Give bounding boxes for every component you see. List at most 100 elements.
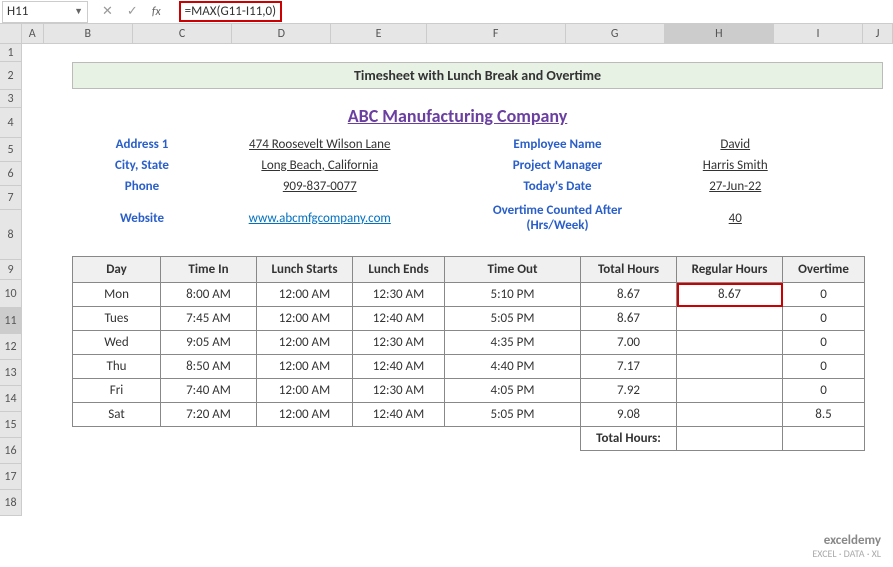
- cell[interactable]: 8.67: [581, 283, 677, 307]
- cell[interactable]: [677, 403, 783, 427]
- row-header[interactable]: 7: [0, 186, 22, 210]
- cell[interactable]: 0: [783, 307, 865, 331]
- timesheet-table: Day Time In Lunch Starts Lunch Ends Time…: [72, 256, 865, 451]
- row-header[interactable]: 5: [0, 138, 22, 162]
- cell[interactable]: 12:00 AM: [257, 307, 353, 331]
- column-headers: A B C D E F G H I J: [0, 24, 893, 44]
- total-regular-cell[interactable]: [677, 427, 783, 451]
- worksheet[interactable]: Timesheet with Lunch Break and Overtime …: [22, 44, 893, 567]
- cell[interactable]: 0: [783, 283, 865, 307]
- cell[interactable]: 7:40 AM: [161, 379, 257, 403]
- cell[interactable]: 12:30 AM: [353, 379, 445, 403]
- cell[interactable]: [677, 355, 783, 379]
- col-header[interactable]: A: [22, 24, 44, 43]
- cell[interactable]: 8.67: [581, 307, 677, 331]
- cell[interactable]: 9:05 AM: [161, 331, 257, 355]
- cell[interactable]: 12:30 AM: [353, 283, 445, 307]
- cell[interactable]: Mon: [73, 283, 161, 307]
- cell[interactable]: 7:45 AM: [161, 307, 257, 331]
- cell[interactable]: 8.5: [783, 403, 865, 427]
- row-header[interactable]: 1: [0, 44, 22, 62]
- row-header[interactable]: 16: [0, 438, 22, 464]
- cell[interactable]: Tues: [73, 307, 161, 331]
- row-header[interactable]: 8: [0, 210, 22, 260]
- row-header[interactable]: 2: [0, 62, 22, 90]
- cell[interactable]: 0: [783, 355, 865, 379]
- cell[interactable]: Fri: [73, 379, 161, 403]
- th-regular[interactable]: Regular Hours: [677, 257, 783, 283]
- col-header[interactable]: C: [133, 24, 232, 43]
- cell[interactable]: [677, 379, 783, 403]
- th-timein[interactable]: Time In: [161, 257, 257, 283]
- th-total[interactable]: Total Hours: [581, 257, 677, 283]
- cell[interactable]: 8:50 AM: [161, 355, 257, 379]
- row-header[interactable]: 13: [0, 360, 22, 386]
- row-header[interactable]: 11: [0, 308, 22, 334]
- row-header[interactable]: 9: [0, 260, 22, 280]
- cancel-icon[interactable]: ✕: [102, 4, 113, 19]
- info-value: Long Beach, California: [202, 158, 438, 173]
- th-overtime[interactable]: Overtime: [783, 257, 865, 283]
- row-header[interactable]: 6: [0, 162, 22, 186]
- cell[interactable]: 12:40 AM: [353, 307, 445, 331]
- cell[interactable]: 12:40 AM: [353, 355, 445, 379]
- cell[interactable]: Sat: [73, 403, 161, 427]
- th-lunchends[interactable]: Lunch Ends: [353, 257, 445, 283]
- name-box[interactable]: H11 ▼: [2, 1, 88, 23]
- col-header[interactable]: D: [232, 24, 331, 43]
- cell[interactable]: 5:10 PM: [445, 283, 581, 307]
- chevron-down-icon[interactable]: ▼: [74, 6, 83, 17]
- row-header[interactable]: 4: [0, 108, 22, 138]
- cell[interactable]: [677, 331, 783, 355]
- cell[interactable]: 12:00 AM: [257, 331, 353, 355]
- fx-icon[interactable]: fx: [152, 5, 161, 19]
- col-header[interactable]: E: [331, 24, 426, 43]
- cell[interactable]: 12:00 AM: [257, 379, 353, 403]
- col-header[interactable]: B: [44, 24, 133, 43]
- cell[interactable]: 8.67: [677, 283, 783, 307]
- cell[interactable]: Thu: [73, 355, 161, 379]
- cell[interactable]: 4:40 PM: [445, 355, 581, 379]
- col-header[interactable]: I: [774, 24, 863, 43]
- row-header[interactable]: 15: [0, 412, 22, 438]
- cell[interactable]: 12:00 AM: [257, 355, 353, 379]
- cell[interactable]: 0: [783, 331, 865, 355]
- row-header[interactable]: 10: [0, 280, 22, 308]
- cell[interactable]: 7.17: [581, 355, 677, 379]
- cell[interactable]: 12:40 AM: [353, 403, 445, 427]
- total-overtime-cell[interactable]: [783, 427, 865, 451]
- th-day[interactable]: Day: [73, 257, 161, 283]
- col-header[interactable]: J: [863, 24, 893, 43]
- cell[interactable]: 4:05 PM: [445, 379, 581, 403]
- cell[interactable]: [677, 307, 783, 331]
- cell[interactable]: 7.00: [581, 331, 677, 355]
- row-header[interactable]: 14: [0, 386, 22, 412]
- formula-bar[interactable]: =MAX(G11-I11,0): [175, 1, 893, 22]
- cell[interactable]: 4:35 PM: [445, 331, 581, 355]
- row-header[interactable]: 3: [0, 90, 22, 108]
- th-timeout[interactable]: Time Out: [445, 257, 581, 283]
- col-header[interactable]: G: [566, 24, 665, 43]
- row-header[interactable]: 17: [0, 464, 22, 490]
- cell[interactable]: 9.08: [581, 403, 677, 427]
- cell[interactable]: 0: [783, 379, 865, 403]
- cell[interactable]: 5:05 PM: [445, 403, 581, 427]
- row-header[interactable]: 18: [0, 490, 22, 516]
- cell[interactable]: 12:00 AM: [257, 403, 353, 427]
- website-link[interactable]: www.abcmfgcompany.com: [202, 211, 438, 226]
- cell[interactable]: 5:05 PM: [445, 307, 581, 331]
- cell[interactable]: Wed: [73, 331, 161, 355]
- cell[interactable]: 12:00 AM: [257, 283, 353, 307]
- row-header[interactable]: 12: [0, 334, 22, 360]
- col-header[interactable]: F: [427, 24, 566, 43]
- th-lunchstarts[interactable]: Lunch Starts: [257, 257, 353, 283]
- cell[interactable]: 8:00 AM: [161, 283, 257, 307]
- info-label: Address 1: [82, 137, 202, 152]
- cell[interactable]: 7.92: [581, 379, 677, 403]
- col-header[interactable]: H: [665, 24, 774, 43]
- cell[interactable]: 12:30 AM: [353, 331, 445, 355]
- select-all-corner[interactable]: [0, 24, 22, 43]
- accept-icon[interactable]: ✓: [127, 4, 138, 19]
- cell[interactable]: 7:20 AM: [161, 403, 257, 427]
- watermark: exceldemy EXCEL · DATA · XL: [812, 534, 881, 559]
